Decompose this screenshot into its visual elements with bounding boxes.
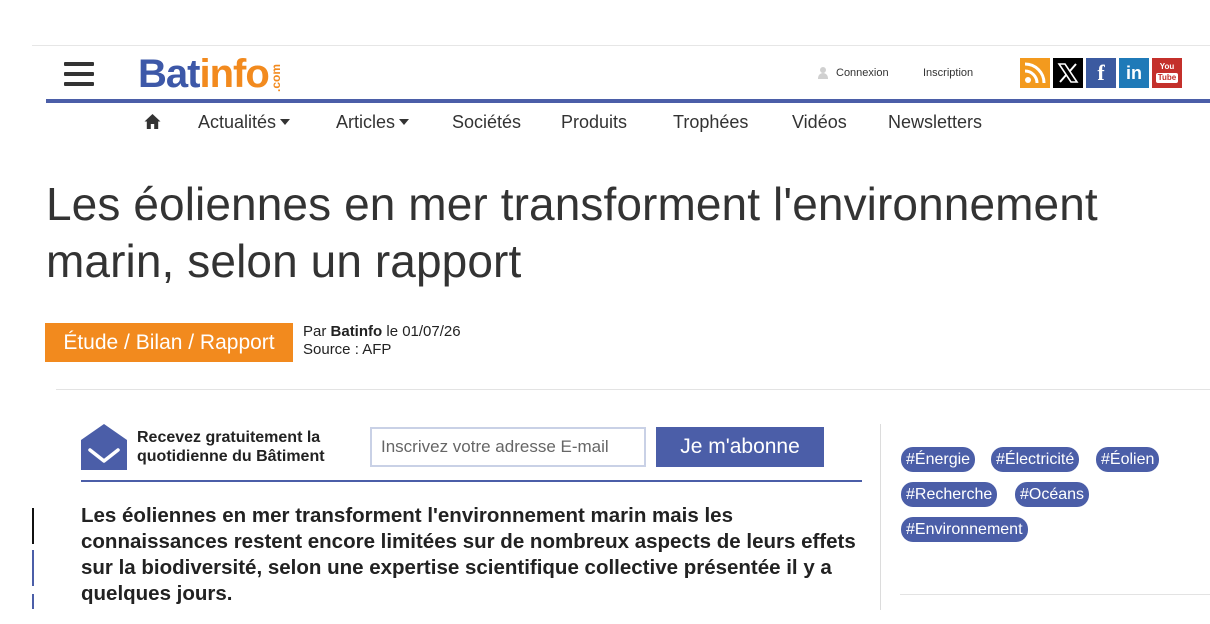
newsletter-email-input[interactable] bbox=[370, 427, 646, 467]
article-lead: Les éoliennes en mer transforment l'envi… bbox=[81, 504, 856, 605]
sidebar-divider bbox=[880, 424, 881, 610]
nav-item-articles[interactable]: Articles bbox=[336, 112, 410, 133]
newsletter-divider bbox=[81, 480, 862, 482]
article-byline: Par Batinfo le 01/07/26 Source : AFP bbox=[303, 323, 461, 359]
logo-part-bat: Bat bbox=[138, 52, 200, 96]
register-label: Inscription bbox=[923, 67, 974, 79]
sidebar-bottom-divider bbox=[900, 594, 1210, 595]
home-icon[interactable] bbox=[144, 113, 161, 135]
youtube-glyph-top: You bbox=[1159, 62, 1175, 71]
tag-electricite[interactable]: #Électricité bbox=[991, 447, 1080, 472]
caret-down-icon bbox=[399, 119, 410, 125]
envelope-icon bbox=[81, 424, 127, 470]
user-icon bbox=[818, 67, 828, 79]
nav-label: Actualités bbox=[198, 112, 277, 132]
login-label: Connexion bbox=[836, 67, 889, 79]
nav-item-societes[interactable]: Sociétés bbox=[452, 112, 521, 133]
publish-date: 01/07/26 bbox=[402, 323, 461, 340]
tag-recherche[interactable]: #Recherche bbox=[901, 482, 998, 507]
newsletter-line-1: Recevez gratuitement la bbox=[137, 429, 321, 446]
newsletter-pitch: Recevez gratuitement la quotidienne du B… bbox=[137, 428, 325, 466]
author-name[interactable]: Batinfo bbox=[331, 323, 383, 340]
rss-icon[interactable] bbox=[1020, 58, 1050, 88]
login-link[interactable]: Connexion bbox=[818, 67, 889, 79]
tag-energie[interactable]: #Énergie bbox=[901, 447, 976, 472]
article-title: Les éoliennes en mer transforment l'envi… bbox=[46, 176, 1196, 290]
tag-eolien[interactable]: #Éolien bbox=[1096, 447, 1160, 472]
nav-item-produits[interactable]: Produits bbox=[561, 112, 627, 133]
category-badge[interactable]: Étude / Bilan / Rapport bbox=[45, 323, 293, 362]
linkedin-glyph: in bbox=[1126, 62, 1142, 83]
caret-down-icon bbox=[280, 119, 291, 125]
logo-suffix: .com bbox=[268, 63, 283, 92]
register-link[interactable]: Inscription bbox=[923, 67, 973, 79]
linkedin-icon[interactable]: in bbox=[1119, 58, 1149, 88]
nav-item-trophees[interactable]: Trophées bbox=[673, 112, 748, 133]
text-cursor bbox=[32, 508, 34, 544]
tag-oceans[interactable]: #Océans bbox=[1015, 482, 1090, 507]
article-source: Source : AFP bbox=[303, 341, 392, 358]
menu-icon[interactable] bbox=[64, 62, 94, 86]
by-prefix: Par bbox=[303, 323, 331, 340]
youtube-glyph-bottom: Tube bbox=[1155, 73, 1179, 83]
date-prefix: le bbox=[382, 323, 403, 340]
title-line-1: Les éoliennes en mer transforment l'envi… bbox=[46, 178, 1098, 230]
social-links: f in You Tube bbox=[1020, 58, 1182, 88]
header-divider bbox=[46, 99, 1210, 103]
scroll-marker bbox=[32, 594, 34, 609]
scroll-marker bbox=[32, 550, 34, 586]
section-divider bbox=[56, 389, 1210, 390]
top-divider bbox=[32, 45, 1210, 46]
facebook-icon[interactable]: f bbox=[1086, 58, 1116, 88]
youtube-icon[interactable]: You Tube bbox=[1152, 58, 1182, 88]
nav-item-newsletters[interactable]: Newsletters bbox=[888, 112, 982, 133]
subscribe-button[interactable]: Je m'abonne bbox=[656, 427, 824, 467]
logo-part-info: info bbox=[199, 52, 269, 96]
nav-label: Articles bbox=[336, 112, 396, 132]
tag-environnement[interactable]: #Environnement bbox=[901, 517, 1028, 542]
facebook-glyph: f bbox=[1097, 60, 1105, 85]
nav-item-videos[interactable]: Vidéos bbox=[792, 112, 847, 133]
title-line-2: marin, selon un rapport bbox=[46, 235, 522, 287]
newsletter-line-2: quotidienne du Bâtiment bbox=[137, 448, 325, 465]
x-icon[interactable] bbox=[1053, 58, 1083, 88]
nav-item-actualites[interactable]: Actualités bbox=[198, 112, 291, 133]
site-logo[interactable]: Bat info .com bbox=[138, 50, 283, 96]
